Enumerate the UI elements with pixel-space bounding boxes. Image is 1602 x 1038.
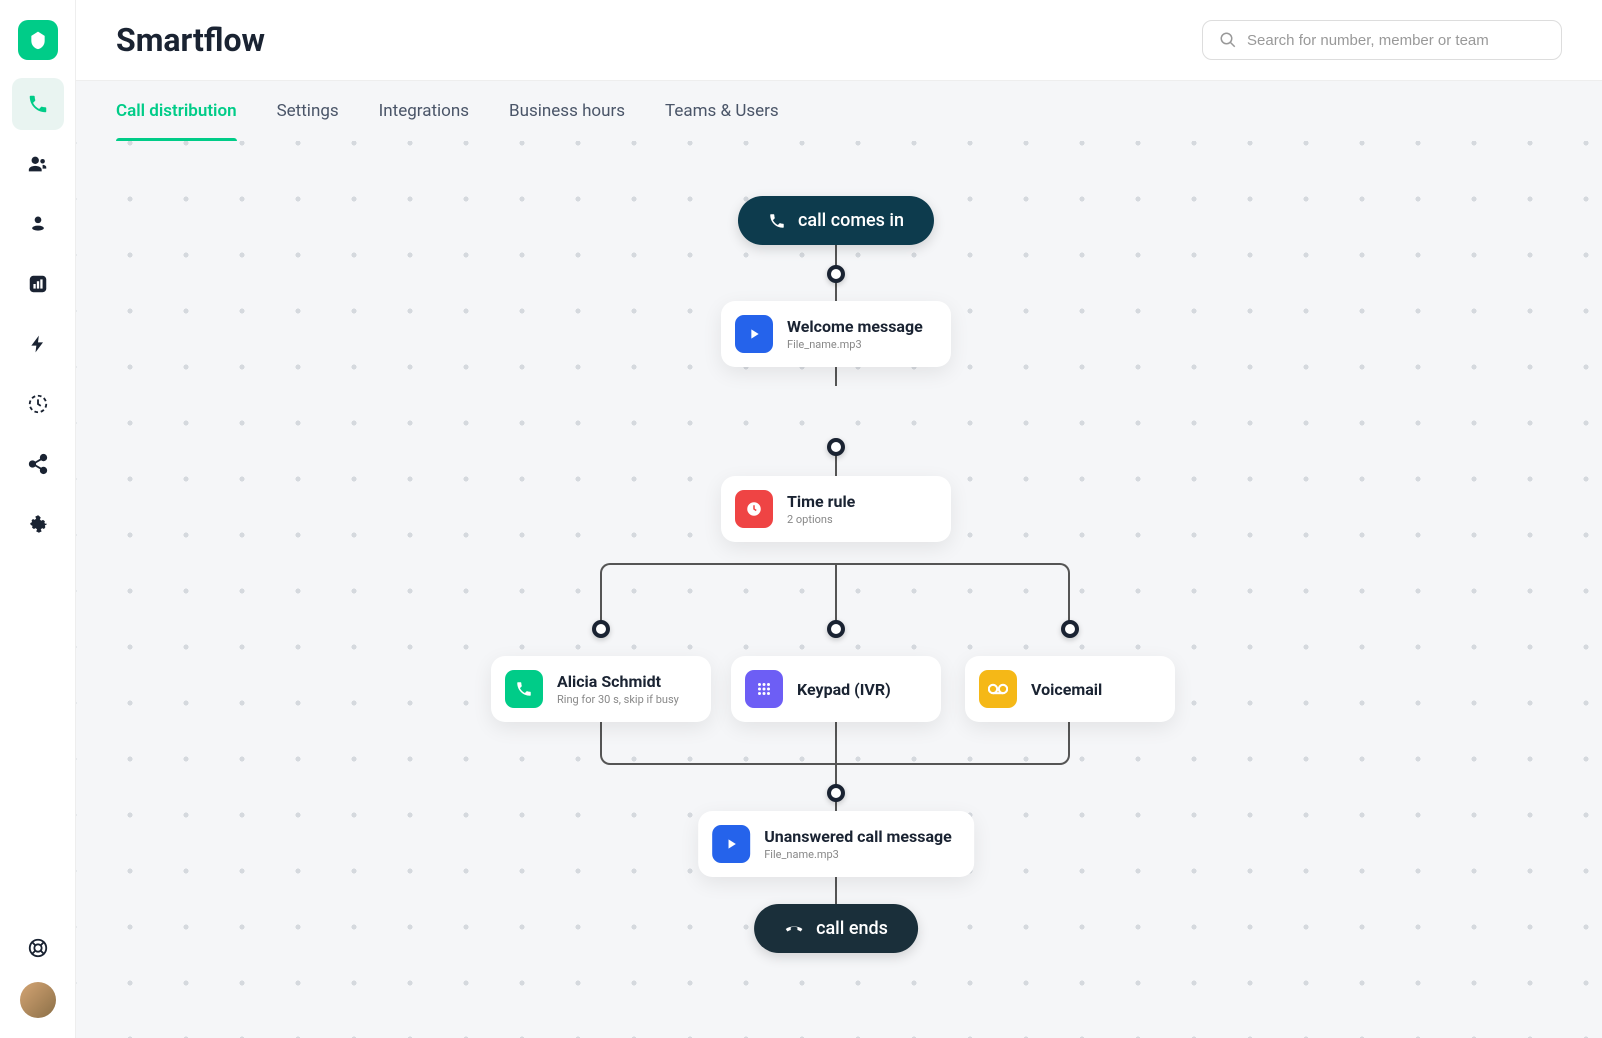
tab-teams-users[interactable]: Teams & Users (665, 81, 779, 141)
flow-node-voicemail[interactable]: Voicemail (965, 656, 1175, 722)
header: Smartflow (76, 0, 1602, 80)
clock-dashed-icon (27, 393, 49, 415)
tab-business-hours[interactable]: Business hours (509, 81, 625, 141)
flow-node-dot[interactable] (827, 438, 845, 456)
sidebar-item-settings[interactable] (12, 498, 64, 550)
node-subtitle: File_name.mp3 (764, 848, 952, 861)
play-icon (735, 315, 773, 353)
flow-node-dot[interactable] (827, 784, 845, 802)
tabs: Call distribution Settings Integrations … (76, 80, 1602, 141)
tab-integrations[interactable]: Integrations (379, 81, 469, 141)
person-icon (28, 214, 48, 234)
page-title: Smartflow (116, 21, 265, 59)
node-subtitle: 2 options (787, 513, 855, 526)
flow-start-node[interactable]: call comes in (738, 196, 934, 245)
team-icon (27, 153, 49, 175)
phone-forward-icon (505, 670, 543, 708)
node-title: Welcome message (787, 317, 923, 336)
sidebar-item-activity[interactable] (12, 378, 64, 430)
flow-node-agent[interactable]: Alicia Schmidt Ring for 30 s, skip if bu… (491, 656, 711, 722)
sidebar (0, 0, 76, 1038)
tab-settings[interactable]: Settings (277, 81, 339, 141)
flow-node-dot[interactable] (827, 620, 845, 638)
sidebar-item-team[interactable] (12, 138, 64, 190)
clock-icon (735, 490, 773, 528)
app-logo[interactable] (18, 20, 58, 60)
flow-end-node[interactable]: call ends (754, 904, 918, 953)
voicemail-icon (979, 670, 1017, 708)
keypad-icon (745, 670, 783, 708)
share-icon (27, 453, 49, 475)
sidebar-item-calls[interactable] (12, 78, 64, 130)
search-box[interactable] (1202, 20, 1562, 60)
search-icon (1219, 31, 1237, 49)
flow-node-unanswered[interactable]: Unanswered call message File_name.mp3 (698, 811, 974, 877)
flow-node-dot[interactable] (592, 620, 610, 638)
sidebar-item-help[interactable] (12, 922, 64, 974)
flow-canvas[interactable]: call comes in Welcome message File_name.… (76, 141, 1602, 1038)
node-title: Alicia Schmidt (557, 672, 679, 691)
flow-node-ivr[interactable]: Keypad (IVR) (731, 656, 941, 722)
flow-start-label: call comes in (798, 210, 904, 231)
phone-icon (27, 93, 49, 115)
flow-node-dot[interactable] (1061, 620, 1079, 638)
node-title: Voicemail (1031, 680, 1102, 699)
user-avatar[interactable] (20, 982, 56, 1018)
node-title: Unanswered call message (764, 827, 952, 846)
flow-end-label: call ends (816, 918, 888, 939)
sidebar-item-power[interactable] (12, 318, 64, 370)
lifebuoy-icon (27, 937, 49, 959)
search-input[interactable] (1247, 32, 1545, 49)
node-subtitle: File_name.mp3 (787, 338, 923, 351)
node-title: Time rule (787, 492, 855, 511)
tab-call-distribution[interactable]: Call distribution (116, 81, 237, 141)
bolt-icon (28, 334, 48, 354)
phone-icon (768, 212, 786, 230)
sidebar-item-analytics[interactable] (12, 258, 64, 310)
sidebar-item-share[interactable] (12, 438, 64, 490)
flow-node-welcome[interactable]: Welcome message File_name.mp3 (721, 301, 951, 367)
sidebar-item-person[interactable] (12, 198, 64, 250)
phone-end-icon (784, 919, 804, 939)
flow-node-dot[interactable] (827, 265, 845, 283)
flow-node-time-rule[interactable]: Time rule 2 options (721, 476, 951, 542)
chart-icon (27, 273, 49, 295)
gear-icon (27, 513, 49, 535)
node-title: Keypad (IVR) (797, 680, 891, 699)
node-subtitle: Ring for 30 s, skip if busy (557, 693, 679, 706)
play-icon (712, 825, 750, 863)
